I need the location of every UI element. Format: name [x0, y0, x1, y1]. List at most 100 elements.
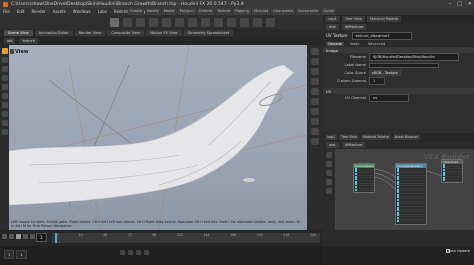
current-frame-field[interactable]: 1	[36, 233, 47, 242]
step-back-icon[interactable]	[9, 234, 14, 239]
background-icon[interactable]	[311, 128, 319, 135]
network-note-icon[interactable]	[326, 179, 332, 185]
shelf-tab-modify[interactable]: Modify	[144, 8, 161, 15]
shelf-tab-rigging[interactable]: Rigging	[233, 8, 251, 15]
filename-field[interactable]: $JOB/Houdini/Desktop/Skin/Houdini	[369, 53, 459, 61]
scale-tool-icon[interactable]	[1, 75, 8, 81]
network-select-icon[interactable]	[326, 152, 332, 158]
tab-advanced[interactable]: Advanced	[366, 42, 388, 46]
brush-icon[interactable]	[1, 120, 8, 126]
keyframe-icon[interactable]	[128, 250, 133, 255]
menu-file[interactable]: File	[3, 9, 10, 14]
shelf-tab-polygon[interactable]: Polygon	[177, 8, 196, 15]
range-start-field[interactable]: 1	[4, 250, 15, 259]
shelf-tool-font-icon[interactable]	[266, 17, 275, 27]
shelf-tab-muscles[interactable]: Muscles	[251, 8, 271, 15]
menu-render[interactable]: Render	[31, 9, 45, 14]
close-button[interactable]: ✕	[468, 1, 472, 7]
realtime-icon[interactable]	[144, 250, 149, 255]
menu-edit[interactable]: Edit	[17, 9, 25, 14]
minimize-button[interactable]: –	[449, 1, 452, 7]
shelf-tab-create[interactable]: Create	[128, 8, 144, 15]
tab-scene-view[interactable]: Scene View	[4, 30, 33, 36]
jump-start-icon[interactable]	[2, 234, 7, 239]
menu-labs[interactable]: Labs	[98, 9, 107, 14]
shelf-tool-path-icon[interactable]	[240, 17, 249, 27]
shelf-tool-torus-icon[interactable]	[149, 17, 158, 27]
shelf-tool-draw-curve-icon[interactable]	[227, 17, 236, 27]
label-name-field[interactable]	[369, 62, 439, 68]
network-view-icon[interactable]	[326, 161, 332, 167]
template-icon[interactable]	[311, 108, 319, 115]
tab-general[interactable]: General	[326, 41, 345, 46]
view-menu-icon[interactable]	[10, 49, 14, 54]
camera-icon[interactable]	[311, 118, 319, 125]
net-path-node[interactable]: difftexture	[341, 142, 366, 148]
play-icon[interactable]	[16, 234, 21, 239]
network-grid-icon[interactable]	[326, 170, 332, 176]
shelf-tab-guide[interactable]: Guide	[321, 8, 336, 15]
uv-channel-field[interactable]: uv	[369, 94, 409, 102]
shelf-tool-curve-icon[interactable]	[214, 17, 223, 27]
tab-node[interactable]: Node	[348, 42, 361, 46]
shelf-tool-box-icon[interactable]	[110, 17, 119, 27]
color-space-dropdown[interactable]: sRGB - Texture	[369, 70, 401, 76]
menu-assets[interactable]: Assets	[53, 9, 66, 14]
normal-display-icon[interactable]	[311, 98, 319, 105]
network-layout-icon[interactable]	[326, 188, 332, 194]
vop-node-principled-shader[interactable]: principledshader1	[395, 163, 427, 225]
vop-node-uv-texture[interactable]: uvtexture1	[441, 159, 463, 183]
point-display-icon[interactable]	[311, 88, 319, 95]
net-path-network[interactable]: mat	[326, 142, 339, 148]
magnet-icon[interactable]	[1, 129, 8, 135]
step-forward-icon[interactable]	[23, 234, 28, 239]
custom-gamma-field[interactable]: 1	[369, 77, 385, 85]
key-icon[interactable]	[120, 250, 125, 255]
viewport-camera-label[interactable]: View	[15, 49, 29, 55]
tab-tree-view[interactable]: Tree View	[341, 16, 366, 22]
vop-node-surface-output[interactable]: surfaceOutput1	[353, 163, 375, 193]
move-tool-icon[interactable]	[1, 57, 8, 63]
path-node[interactable]: branch	[19, 38, 38, 44]
shelf-tab-texture[interactable]: Texture	[215, 8, 233, 15]
audio-icon[interactable]	[136, 250, 141, 255]
shelf-tool-circle-icon[interactable]	[201, 17, 210, 27]
shelf-tool-tube-icon[interactable]	[136, 17, 145, 27]
param-path-node[interactable]: difftexture	[341, 24, 367, 30]
path-network[interactable]: obj	[4, 38, 16, 44]
timeline-ruler[interactable]: 1 24 48 72 96 120 144 168 192 216 240	[52, 233, 320, 243]
tab-animation-editor[interactable]: Animation Editor	[34, 30, 73, 36]
tab-motion-fx-view[interactable]: Motion FX View	[146, 30, 182, 36]
network-canvas[interactable]: VEX Builder surfaceOutput1 principledsha…	[335, 149, 474, 230]
shelf-tab-constraints[interactable]: Constraints	[295, 8, 321, 15]
node-name-field[interactable]: texture_aNowmat1	[351, 31, 412, 40]
pose-tool-icon[interactable]	[1, 93, 8, 99]
ghost-icon[interactable]	[311, 68, 319, 75]
snap-icon[interactable]	[1, 111, 8, 117]
shelf-tool-null-icon[interactable]	[175, 17, 184, 27]
tab-render-view[interactable]: Render View	[74, 30, 106, 36]
shelf-tool-grid-icon[interactable]	[162, 17, 171, 27]
auto-update-label[interactable]: Auto Update	[447, 249, 470, 253]
grid-icon[interactable]	[311, 138, 319, 145]
scene-viewport[interactable]: View Left mouse tumbles. Middle pans. Ri…	[9, 45, 307, 230]
tab-geometry-spreadsheet[interactable]: Geometry Spreadsheet	[183, 30, 234, 36]
shelf-tool-line-icon[interactable]	[188, 17, 197, 27]
tab-network-material-palette[interactable]: Material Palette	[360, 134, 391, 140]
shelf-tab-characters[interactable]: Characters	[271, 8, 295, 15]
tab-network-tree-view[interactable]: Tree View	[339, 134, 359, 140]
tab-material-palette[interactable]: Material Palette	[367, 16, 402, 22]
tab-composite-view[interactable]: Composite View	[107, 30, 145, 36]
range-playback-start-field[interactable]: 1	[16, 250, 27, 259]
rotate-tool-icon[interactable]	[1, 66, 8, 72]
shelf-tab-model[interactable]: Model	[161, 8, 177, 15]
view-tool-icon[interactable]	[1, 102, 8, 108]
shelf-tool-sphere-icon[interactable]	[123, 17, 132, 27]
menu-windows[interactable]: Windows	[73, 9, 91, 14]
lighting-icon[interactable]	[311, 58, 319, 65]
param-path-network[interactable]: mat	[326, 24, 339, 30]
maximize-button[interactable]: □	[457, 1, 462, 7]
shelf-tab-deform[interactable]: Deform	[196, 8, 215, 15]
tab-asset-browser[interactable]: Asset Browser	[392, 134, 421, 140]
handle-tool-icon[interactable]	[1, 84, 8, 90]
